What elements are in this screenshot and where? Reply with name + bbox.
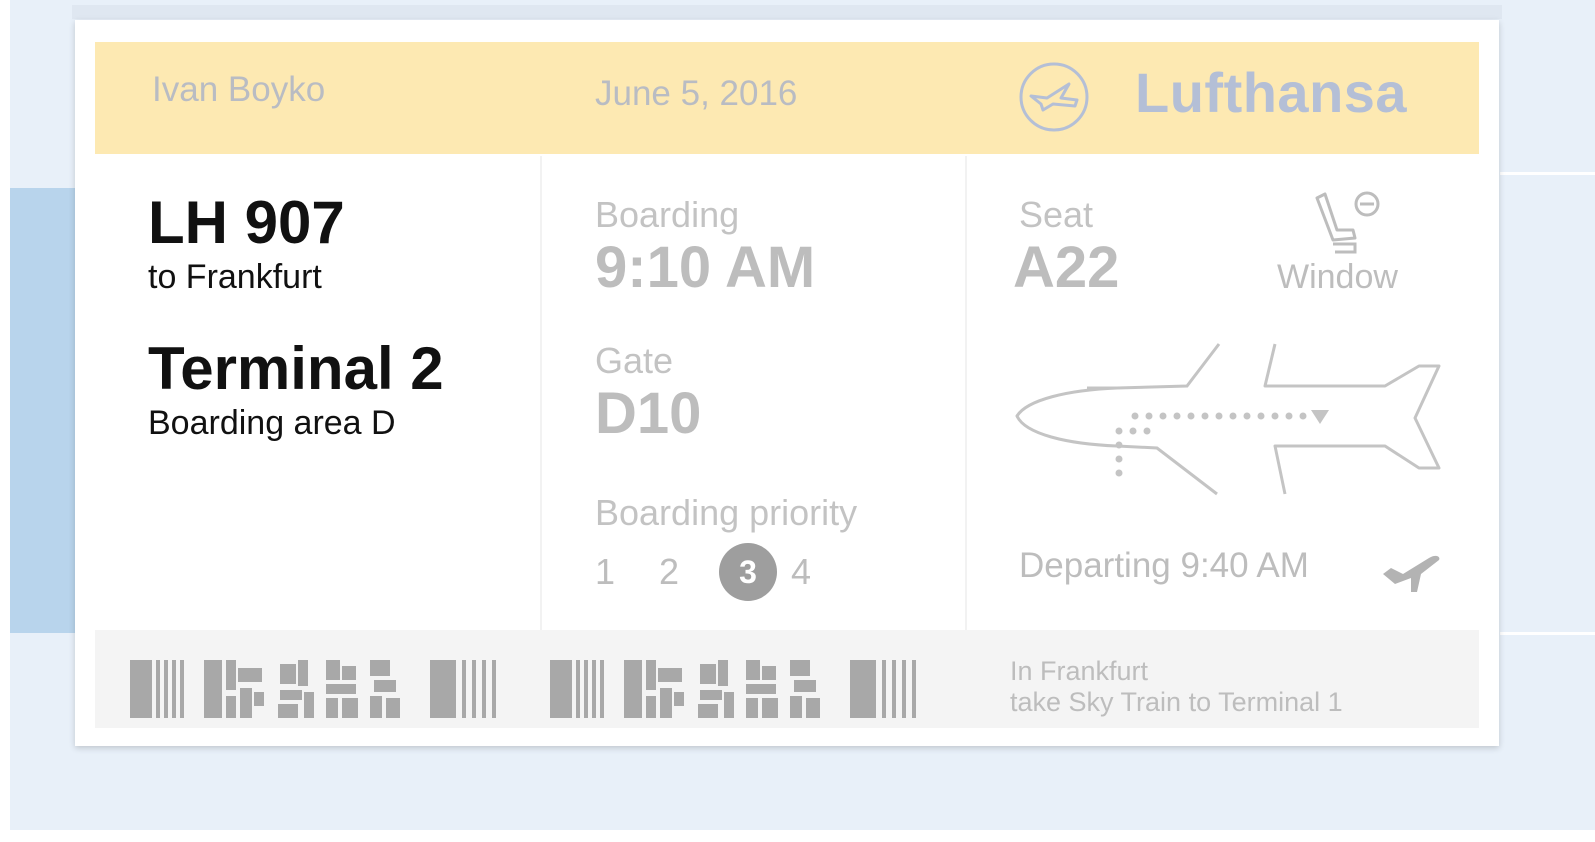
boarding-area: Boarding area D	[148, 404, 396, 442]
seat-number: A22	[1013, 235, 1120, 300]
seat-type: Window	[1277, 258, 1398, 296]
barcode	[550, 660, 916, 718]
priority-option: 4	[791, 551, 812, 592]
boarding-pass-header: Ivan Boyko June 5, 2016 Lufthansa	[95, 42, 1479, 154]
priority-option-selected: 3	[719, 543, 777, 601]
seat-label: Seat	[1019, 194, 1094, 235]
flight-number: LH 907	[148, 189, 345, 256]
divider-line	[1500, 632, 1595, 635]
plane-seat-map-icon	[1015, 343, 1441, 496]
terminal: Terminal 2	[148, 335, 444, 402]
boarding-time: 9:10 AM	[595, 235, 816, 300]
gate-label: Gate	[595, 340, 674, 381]
lufthansa-crane-icon	[1019, 62, 1089, 132]
gate-value: D10	[595, 381, 702, 446]
window-seat-icon	[1315, 191, 1380, 254]
flight-date: June 5, 2016	[595, 74, 798, 113]
boarding-pass-card[interactable]: Ivan Boyko June 5, 2016 Lufthansa LH 907…	[75, 20, 1499, 746]
boarding-time-label: Boarding	[595, 194, 740, 235]
boarding-pass-footer: In Frankfurt take Sky Train to Terminal …	[95, 630, 1479, 728]
priority-option: 1	[595, 551, 616, 592]
passenger-name: Ivan Boyko	[152, 70, 326, 109]
departure-time: Departing 9:40 AM	[1019, 546, 1309, 585]
departure-plane-icon	[1383, 555, 1440, 592]
boarding-priority-label: Boarding priority	[595, 492, 858, 533]
transfer-note-line1: In Frankfurt	[1010, 656, 1149, 686]
column-divider	[965, 156, 967, 634]
barcode	[130, 660, 496, 718]
flight-destination: to Frankfurt	[148, 258, 322, 296]
stacked-card-edge	[72, 5, 1502, 19]
priority-option: 2	[659, 551, 680, 592]
column-divider	[540, 156, 542, 634]
divider-line	[1500, 172, 1595, 175]
side-accent-strip	[10, 188, 80, 633]
airline-name: Lufthansa	[1135, 61, 1408, 124]
boarding-priority-list: 1 2 3 4	[595, 543, 855, 601]
transfer-note-line2: take Sky Train to Terminal 1	[1010, 687, 1343, 717]
